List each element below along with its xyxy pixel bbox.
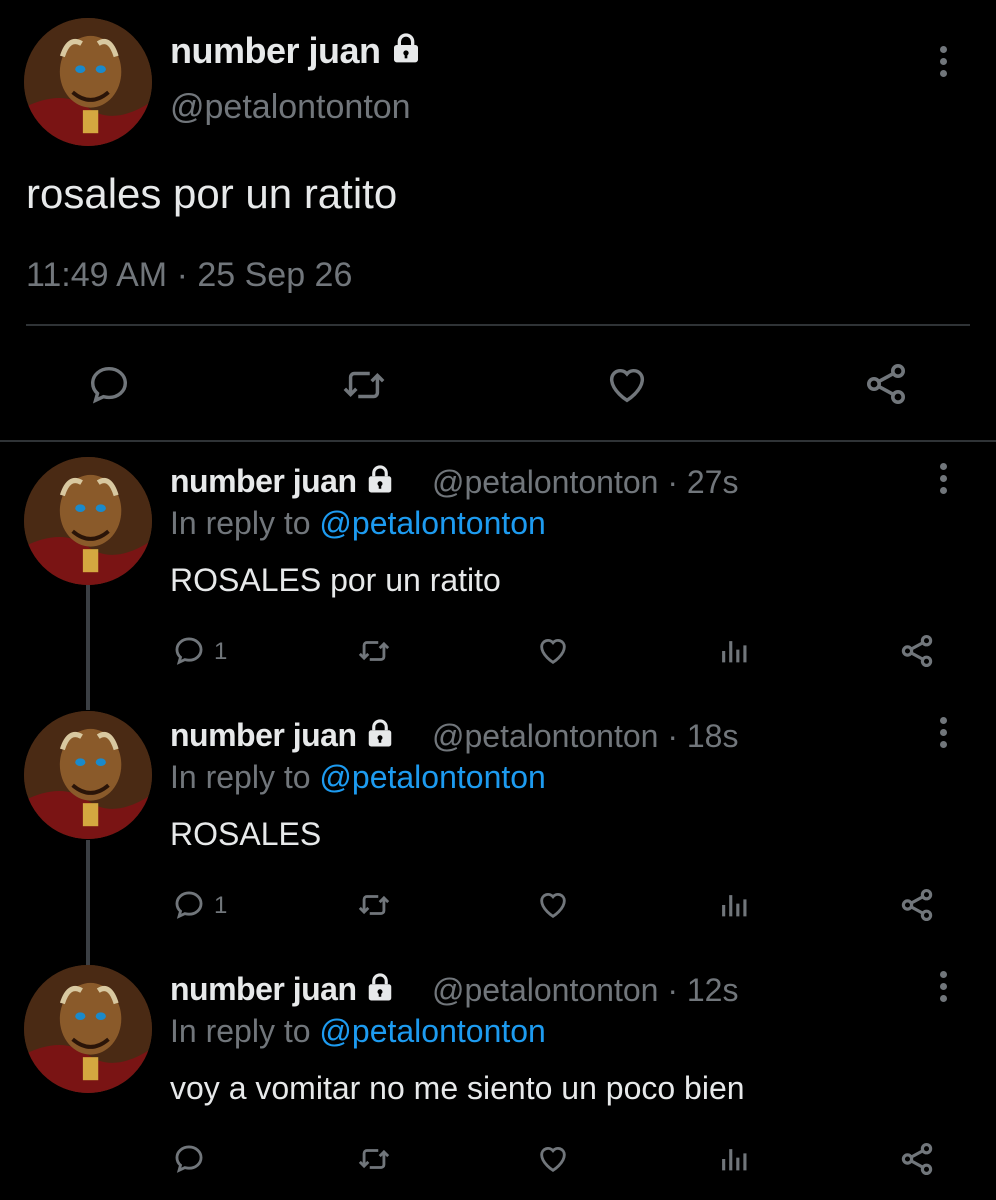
- lock-icon: [365, 972, 395, 1011]
- thread-line: [86, 840, 90, 965]
- retweet-icon[interactable]: [340, 362, 388, 408]
- divider: [26, 324, 970, 326]
- author-name[interactable]: number juan: [170, 971, 395, 1011]
- in-reply-to-label: In reply to: [170, 1013, 320, 1049]
- author-name[interactable]: number juan: [170, 717, 395, 757]
- author-name[interactable]: number juan: [170, 463, 395, 503]
- more-options-icon[interactable]: [937, 971, 949, 1007]
- in-reply-to: In reply to @petalontonton: [170, 1013, 546, 1050]
- in-reply-to: In reply to @petalontonton: [170, 505, 546, 542]
- reply-count: 1: [214, 892, 228, 919]
- share-icon[interactable]: [862, 360, 910, 408]
- reply-icon[interactable]: [172, 1142, 206, 1176]
- like-icon[interactable]: [604, 362, 650, 408]
- avatar[interactable]: [24, 711, 152, 839]
- like-icon[interactable]: [535, 634, 571, 668]
- author-handle[interactable]: @petalontonton: [170, 88, 411, 127]
- analytics-icon[interactable]: [718, 888, 752, 922]
- lock-icon: [365, 464, 395, 503]
- more-options-icon[interactable]: [937, 46, 949, 82]
- tweet-text: rosales por un ratito: [26, 170, 398, 217]
- share-icon[interactable]: [898, 886, 936, 924]
- author-name-text[interactable]: number juan: [170, 717, 357, 753]
- thread-line: [86, 585, 90, 710]
- in-reply-to-label: In reply to: [170, 759, 320, 795]
- mention-link[interactable]: @petalontonton: [319, 759, 545, 795]
- tweet-text: voy a vomitar no me siento un poco bien: [170, 1070, 745, 1106]
- mention-link[interactable]: @petalontonton: [319, 505, 545, 541]
- share-icon[interactable]: [898, 1140, 936, 1178]
- author-name[interactable]: number juan: [170, 30, 422, 74]
- lock-icon: [365, 718, 395, 757]
- share-icon[interactable]: [898, 632, 936, 670]
- author-name-text[interactable]: number juan: [170, 971, 357, 1007]
- more-options-icon[interactable]: [937, 463, 949, 499]
- avatar[interactable]: [24, 18, 152, 146]
- handle-timestamp[interactable]: @petalontonton · 12s: [432, 972, 738, 1009]
- reply-icon[interactable]: [172, 634, 206, 668]
- section-divider: [0, 440, 996, 442]
- retweet-icon[interactable]: [356, 634, 392, 668]
- avatar[interactable]: [24, 457, 152, 585]
- analytics-icon[interactable]: [718, 634, 752, 668]
- handle-timestamp[interactable]: @petalontonton · 18s: [432, 718, 738, 755]
- like-icon[interactable]: [535, 888, 571, 922]
- reply-count: 1: [214, 638, 228, 665]
- tweet-text: ROSALES por un ratito: [170, 562, 501, 598]
- retweet-icon[interactable]: [356, 888, 392, 922]
- mention-link[interactable]: @petalontonton: [319, 1013, 545, 1049]
- author-name-text[interactable]: number juan: [170, 463, 357, 499]
- in-reply-to: In reply to @petalontonton: [170, 759, 546, 796]
- handle-timestamp[interactable]: @petalontonton · 27s: [432, 464, 738, 501]
- avatar[interactable]: [24, 965, 152, 1093]
- retweet-icon[interactable]: [356, 1142, 392, 1176]
- in-reply-to-label: In reply to: [170, 505, 320, 541]
- more-options-icon[interactable]: [937, 717, 949, 753]
- author-name-text[interactable]: number juan: [170, 30, 381, 71]
- tweet-text: ROSALES: [170, 816, 322, 852]
- tweet-timestamp[interactable]: 11:49 AM · 25 Sep 26: [26, 256, 352, 295]
- lock-icon: [390, 32, 422, 74]
- like-icon[interactable]: [535, 1142, 571, 1176]
- reply-icon[interactable]: [86, 362, 132, 408]
- analytics-icon[interactable]: [718, 1142, 752, 1176]
- reply-icon[interactable]: [172, 888, 206, 922]
